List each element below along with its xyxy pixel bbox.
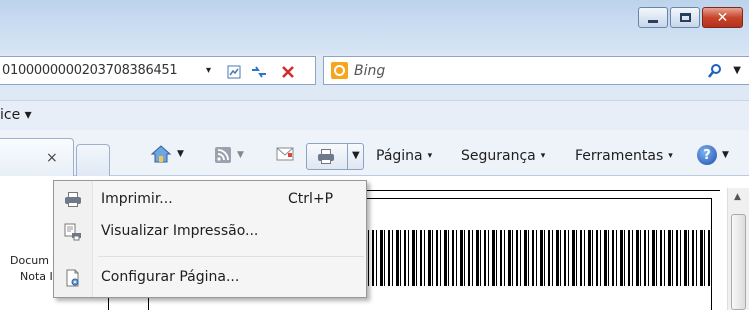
barcode (356, 230, 711, 286)
search-box[interactable]: Bing ▼ (323, 56, 749, 85)
mail-button[interactable] (276, 147, 294, 161)
tools-menu-button[interactable]: Ferramentas ▾ (575, 148, 673, 164)
address-url[interactable]: 0100000000203708386451 (0, 63, 200, 78)
page-menu-button[interactable]: Página ▾ (376, 148, 432, 164)
printer-icon (317, 148, 335, 164)
close-icon: ✕ (716, 9, 729, 26)
document-text-line: Docum (10, 254, 49, 267)
favorites-bar: ice ▾ (0, 100, 749, 130)
tab-close-icon[interactable]: × (46, 150, 58, 166)
refresh-icon[interactable] (249, 63, 269, 81)
help-dropdown-icon[interactable]: ▼ (722, 150, 729, 160)
search-placeholder[interactable]: Bing (354, 63, 385, 79)
print-button-divider (347, 144, 348, 169)
page-menu-label: Página (376, 148, 423, 164)
tools-menu-arrow-icon: ▾ (668, 151, 673, 161)
document-text-line: Nota I (20, 270, 53, 283)
menu-separator (98, 256, 364, 257)
browser-tab[interactable]: × (0, 138, 74, 176)
home-dropdown-icon[interactable]: ▼ (177, 149, 184, 159)
search-icon[interactable] (707, 63, 723, 83)
print-dropdown-icon[interactable]: ▼ (352, 150, 360, 161)
scroll-up-icon[interactable]: ▲ (734, 192, 741, 202)
security-menu-button[interactable]: Segurança ▾ (461, 148, 545, 164)
minimize-button[interactable] (638, 7, 668, 28)
maximize-button[interactable] (670, 7, 700, 28)
maximize-icon (679, 13, 691, 22)
menu-item-shortcut: Ctrl+P (288, 191, 334, 207)
search-dropdown-icon[interactable]: ▼ (733, 65, 741, 76)
close-window-button[interactable]: ✕ (702, 7, 743, 28)
menu-item-print[interactable]: Imprimir... Ctrl+P (54, 186, 366, 214)
compatibility-view-icon[interactable] (224, 63, 244, 81)
address-bar[interactable]: 0100000000203708386451 ▾ (0, 56, 316, 85)
vertical-scrollbar[interactable]: ▲ (727, 188, 749, 310)
printer-icon (64, 191, 82, 209)
feeds-button[interactable]: ▼ (214, 146, 244, 164)
title-bar: ✕ (0, 0, 749, 54)
mail-icon (276, 147, 294, 161)
print-button[interactable]: ▼ (306, 143, 364, 170)
page-menu-arrow-icon: ▾ (427, 151, 433, 161)
menu-item-label: Imprimir... (101, 191, 173, 207)
feeds-dropdown-icon[interactable]: ▼ (237, 150, 244, 160)
command-bar: × ▼ ▼ ▼ Página ▾ Segurança ▾ Ferramentas… (0, 130, 749, 176)
security-menu-arrow-icon: ▾ (540, 151, 546, 161)
print-preview-icon (64, 223, 82, 241)
tools-menu-label: Ferramentas (575, 148, 664, 164)
help-button[interactable]: ? ▼ (697, 145, 729, 165)
minimize-icon (648, 20, 658, 23)
address-dropdown-icon[interactable]: ▾ (206, 65, 211, 76)
scroll-thumb[interactable] (731, 214, 746, 310)
menu-item-label: Visualizar Impressão... (101, 223, 259, 239)
new-tab-button[interactable] (76, 144, 110, 176)
home-icon (150, 145, 172, 163)
stop-icon[interactable] (278, 63, 298, 81)
security-menu-label: Segurança (461, 148, 536, 164)
address-row: 0100000000203708386451 ▾ Bing ▼ (0, 53, 749, 89)
menu-item-page-setup[interactable]: Configurar Página... (54, 264, 366, 292)
home-button[interactable]: ▼ (150, 144, 184, 164)
menu-item-label: Configurar Página... (101, 269, 240, 285)
print-dropdown-menu: Imprimir... Ctrl+P Visualizar Impressão.… (53, 180, 367, 298)
window-controls: ✕ (636, 7, 743, 28)
bing-icon (331, 62, 348, 79)
page-setup-icon (64, 269, 82, 287)
help-icon: ? (697, 145, 717, 165)
favorites-item[interactable]: ice ▾ (0, 107, 32, 123)
rss-icon (215, 147, 231, 163)
menu-item-print-preview[interactable]: Visualizar Impressão... (54, 218, 366, 246)
